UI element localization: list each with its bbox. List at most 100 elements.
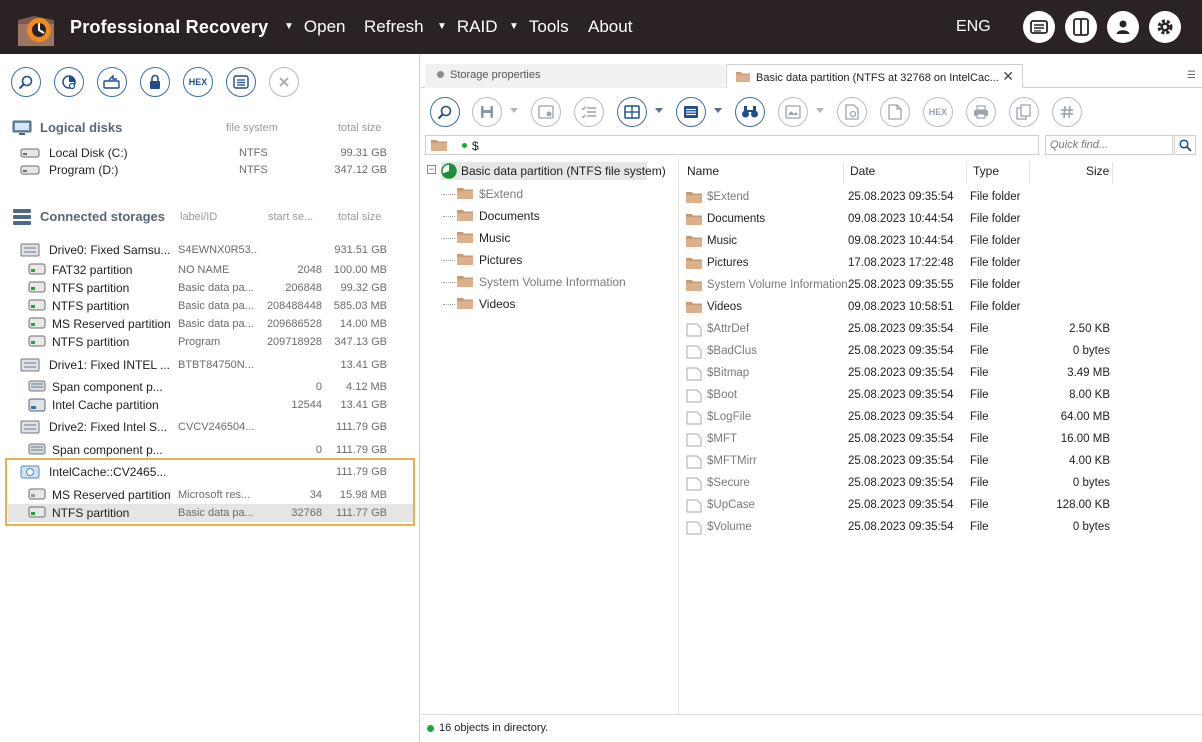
save-button[interactable] (472, 97, 502, 127)
storage-partition-row[interactable]: NTFS partition Program 209718928 347.13 GB (28, 333, 390, 351)
folder-icon (457, 231, 473, 246)
settings-button[interactable] (1149, 11, 1181, 43)
tree-connector (443, 260, 455, 261)
file-row[interactable]: $MFTMirr 25.08.2023 09:35:54 File 4.00 KB (680, 451, 1202, 473)
view-mode-button[interactable] (617, 97, 647, 127)
checklist-button[interactable] (574, 97, 604, 127)
dropdown-arrow-icon: ▼ (509, 21, 519, 32)
column-header-type[interactable]: Type (973, 164, 999, 184)
folder-tree: − Basic data partition (NTFS file system… (421, 158, 679, 714)
highlight-frame (5, 458, 415, 526)
open-image-button[interactable] (97, 67, 127, 97)
menu-raid[interactable]: ▼ RAID (437, 17, 498, 37)
column-separator[interactable] (1029, 162, 1030, 184)
tab-list-menu-icon[interactable]: ☰ (1187, 70, 1196, 81)
list-view-button[interactable] (676, 97, 706, 127)
file-row[interactable]: $AttrDef 25.08.2023 09:35:54 File 2.50 KB (680, 319, 1202, 341)
quick-find-button[interactable] (1174, 135, 1196, 155)
storage-partition-row[interactable]: NTFS partition Basic data pa... 206848 99.3… (28, 279, 390, 297)
file-row[interactable]: $BadClus 25.08.2023 09:35:54 File 0 bytes (680, 341, 1202, 363)
file-type: File (970, 367, 989, 379)
log-button[interactable] (1023, 11, 1055, 43)
panels-button[interactable] (1065, 11, 1097, 43)
scan-file-button[interactable] (837, 97, 867, 127)
properties-list-button[interactable] (226, 67, 256, 97)
folder-row[interactable]: Documents 09.08.2023 10:44:54 File folder (680, 209, 1202, 231)
file-row[interactable]: $UpCase 25.08.2023 09:35:54 File 128.00 KB (680, 495, 1202, 517)
folder-row[interactable]: Videos 09.08.2023 10:58:51 File folder (680, 297, 1202, 319)
dropdown-arrow-icon[interactable] (714, 108, 722, 113)
storage-drive-row[interactable]: Drive0: Fixed Samsu... S4EWNX0R53... 931.5… (20, 241, 390, 259)
preview-button[interactable] (778, 97, 808, 127)
file-row[interactable]: $Volume 25.08.2023 09:35:54 File 0 bytes (680, 517, 1202, 539)
hex-view-button[interactable]: HEX (923, 97, 953, 127)
storage-start-sector: 208488448 (266, 300, 322, 312)
storage-partition-row[interactable]: NTFS partition Basic data pa... 208488448 5… (28, 297, 390, 315)
file-name: Documents (707, 213, 766, 225)
file-date: 25.08.2023 09:35:54 (848, 455, 954, 467)
quick-find-input[interactable] (1045, 135, 1173, 155)
copy-button[interactable] (1009, 97, 1039, 127)
status-text: 16 objects in directory. (439, 722, 549, 734)
language-selector[interactable]: ENG (956, 18, 991, 36)
file-type: File (970, 455, 989, 467)
menu-open[interactable]: ▼ Open (284, 17, 346, 37)
tree-collapse-icon[interactable]: − (427, 165, 436, 174)
column-separator[interactable] (966, 162, 967, 184)
user-button[interactable] (1107, 11, 1139, 43)
file-row[interactable]: $Secure 25.08.2023 09:35:54 File 0 bytes (680, 473, 1202, 495)
folder-row[interactable]: Music 09.08.2023 10:44:54 File folder (680, 231, 1202, 253)
file-row[interactable]: $Boot 25.08.2023 09:35:54 File 8.00 KB (680, 385, 1202, 407)
print-button[interactable] (966, 97, 996, 127)
file-row[interactable]: $MFT 25.08.2023 09:35:54 File 16.00 MB (680, 429, 1202, 451)
hex-editor-button[interactable]: HEX (183, 67, 213, 97)
lock-button[interactable] (140, 67, 170, 97)
file-row[interactable]: $LogFile 25.08.2023 09:35:54 File 64.00 MB (680, 407, 1202, 429)
dropdown-arrow-icon[interactable] (816, 108, 824, 113)
hash-button[interactable] (1052, 97, 1082, 127)
title-bar: Professional Recovery ▼ Open Refresh ▼ RAI… (0, 0, 1202, 54)
find-button-binoculars[interactable] (735, 97, 765, 127)
tab-partition-browser[interactable]: Basic data partition (NTFS at 32768 on I… (726, 64, 1023, 88)
file-name: $BadClus (707, 345, 757, 357)
storage-partition-row[interactable]: FAT32 partition NO NAME 2048 100.00 MB (28, 261, 390, 279)
dropdown-arrow-icon[interactable] (655, 108, 663, 113)
open-file-button[interactable] (880, 97, 910, 127)
menu-about[interactable]: About (588, 17, 632, 37)
storage-partition-row[interactable]: MS Reserved partition Basic data pa... 209… (28, 315, 390, 333)
tab-close-icon[interactable]: ✕ (1002, 68, 1014, 85)
folder-row[interactable]: $Extend 25.08.2023 09:35:54 File folder (680, 187, 1202, 209)
folder-row[interactable]: System Volume Information 25.08.2023 09:3… (680, 275, 1202, 297)
tab-storage-properties[interactable]: Storage properties (425, 64, 725, 88)
logical-disk-row[interactable]: Local Disk (C:) NTFS 99.31 GB (20, 144, 400, 162)
menu-refresh[interactable]: Refresh (364, 17, 424, 37)
column-header-name[interactable]: Name (687, 164, 719, 184)
tree-root-partition[interactable]: Basic data partition (NTFS file system) (441, 162, 666, 180)
column-header-date[interactable]: Date (850, 164, 875, 184)
storage-label: CVCV246504... (178, 421, 255, 433)
storage-partition-row[interactable]: Span component p... 0 4.12 MB (28, 378, 390, 396)
menu-tools[interactable]: ▼ Tools (509, 17, 569, 37)
folder-icon (457, 275, 473, 290)
find-data-button[interactable] (11, 67, 41, 97)
storage-drive-row[interactable]: Drive1: Fixed INTEL ... BTBT84750N... 13.4… (20, 356, 390, 374)
file-type: File folder (970, 279, 1021, 291)
storage-size: 13.41 GB (340, 399, 387, 411)
column-header-size[interactable]: Size (1086, 164, 1109, 184)
close-storage-button[interactable] (269, 67, 299, 97)
scan-button[interactable] (54, 67, 84, 97)
storage-drive-row[interactable]: Drive2: Fixed Intel S... CVCV246504... 111… (20, 418, 390, 436)
dropdown-arrow-icon[interactable] (510, 108, 518, 113)
column-file-system: file system (226, 122, 278, 134)
logical-disk-row[interactable]: Program (D:) NTFS 347.12 GB (20, 161, 400, 179)
column-separator[interactable] (843, 162, 844, 184)
find-button[interactable] (430, 97, 460, 127)
column-separator[interactable] (1112, 162, 1113, 184)
save-disk-button[interactable] (531, 97, 561, 127)
storage-start-sector: 209686528 (266, 318, 322, 330)
folder-row[interactable]: Pictures 17.08.2023 17:22:48 File folder (680, 253, 1202, 275)
path-bar[interactable]: $ (425, 135, 1039, 155)
file-row[interactable]: $Bitmap 25.08.2023 09:35:54 File 3.49 MB (680, 363, 1202, 385)
storage-partition-row[interactable]: Span component p... 0 111.79 GB (28, 441, 390, 459)
storage-partition-row[interactable]: Intel Cache partition 12544 13.41 GB (28, 396, 390, 414)
